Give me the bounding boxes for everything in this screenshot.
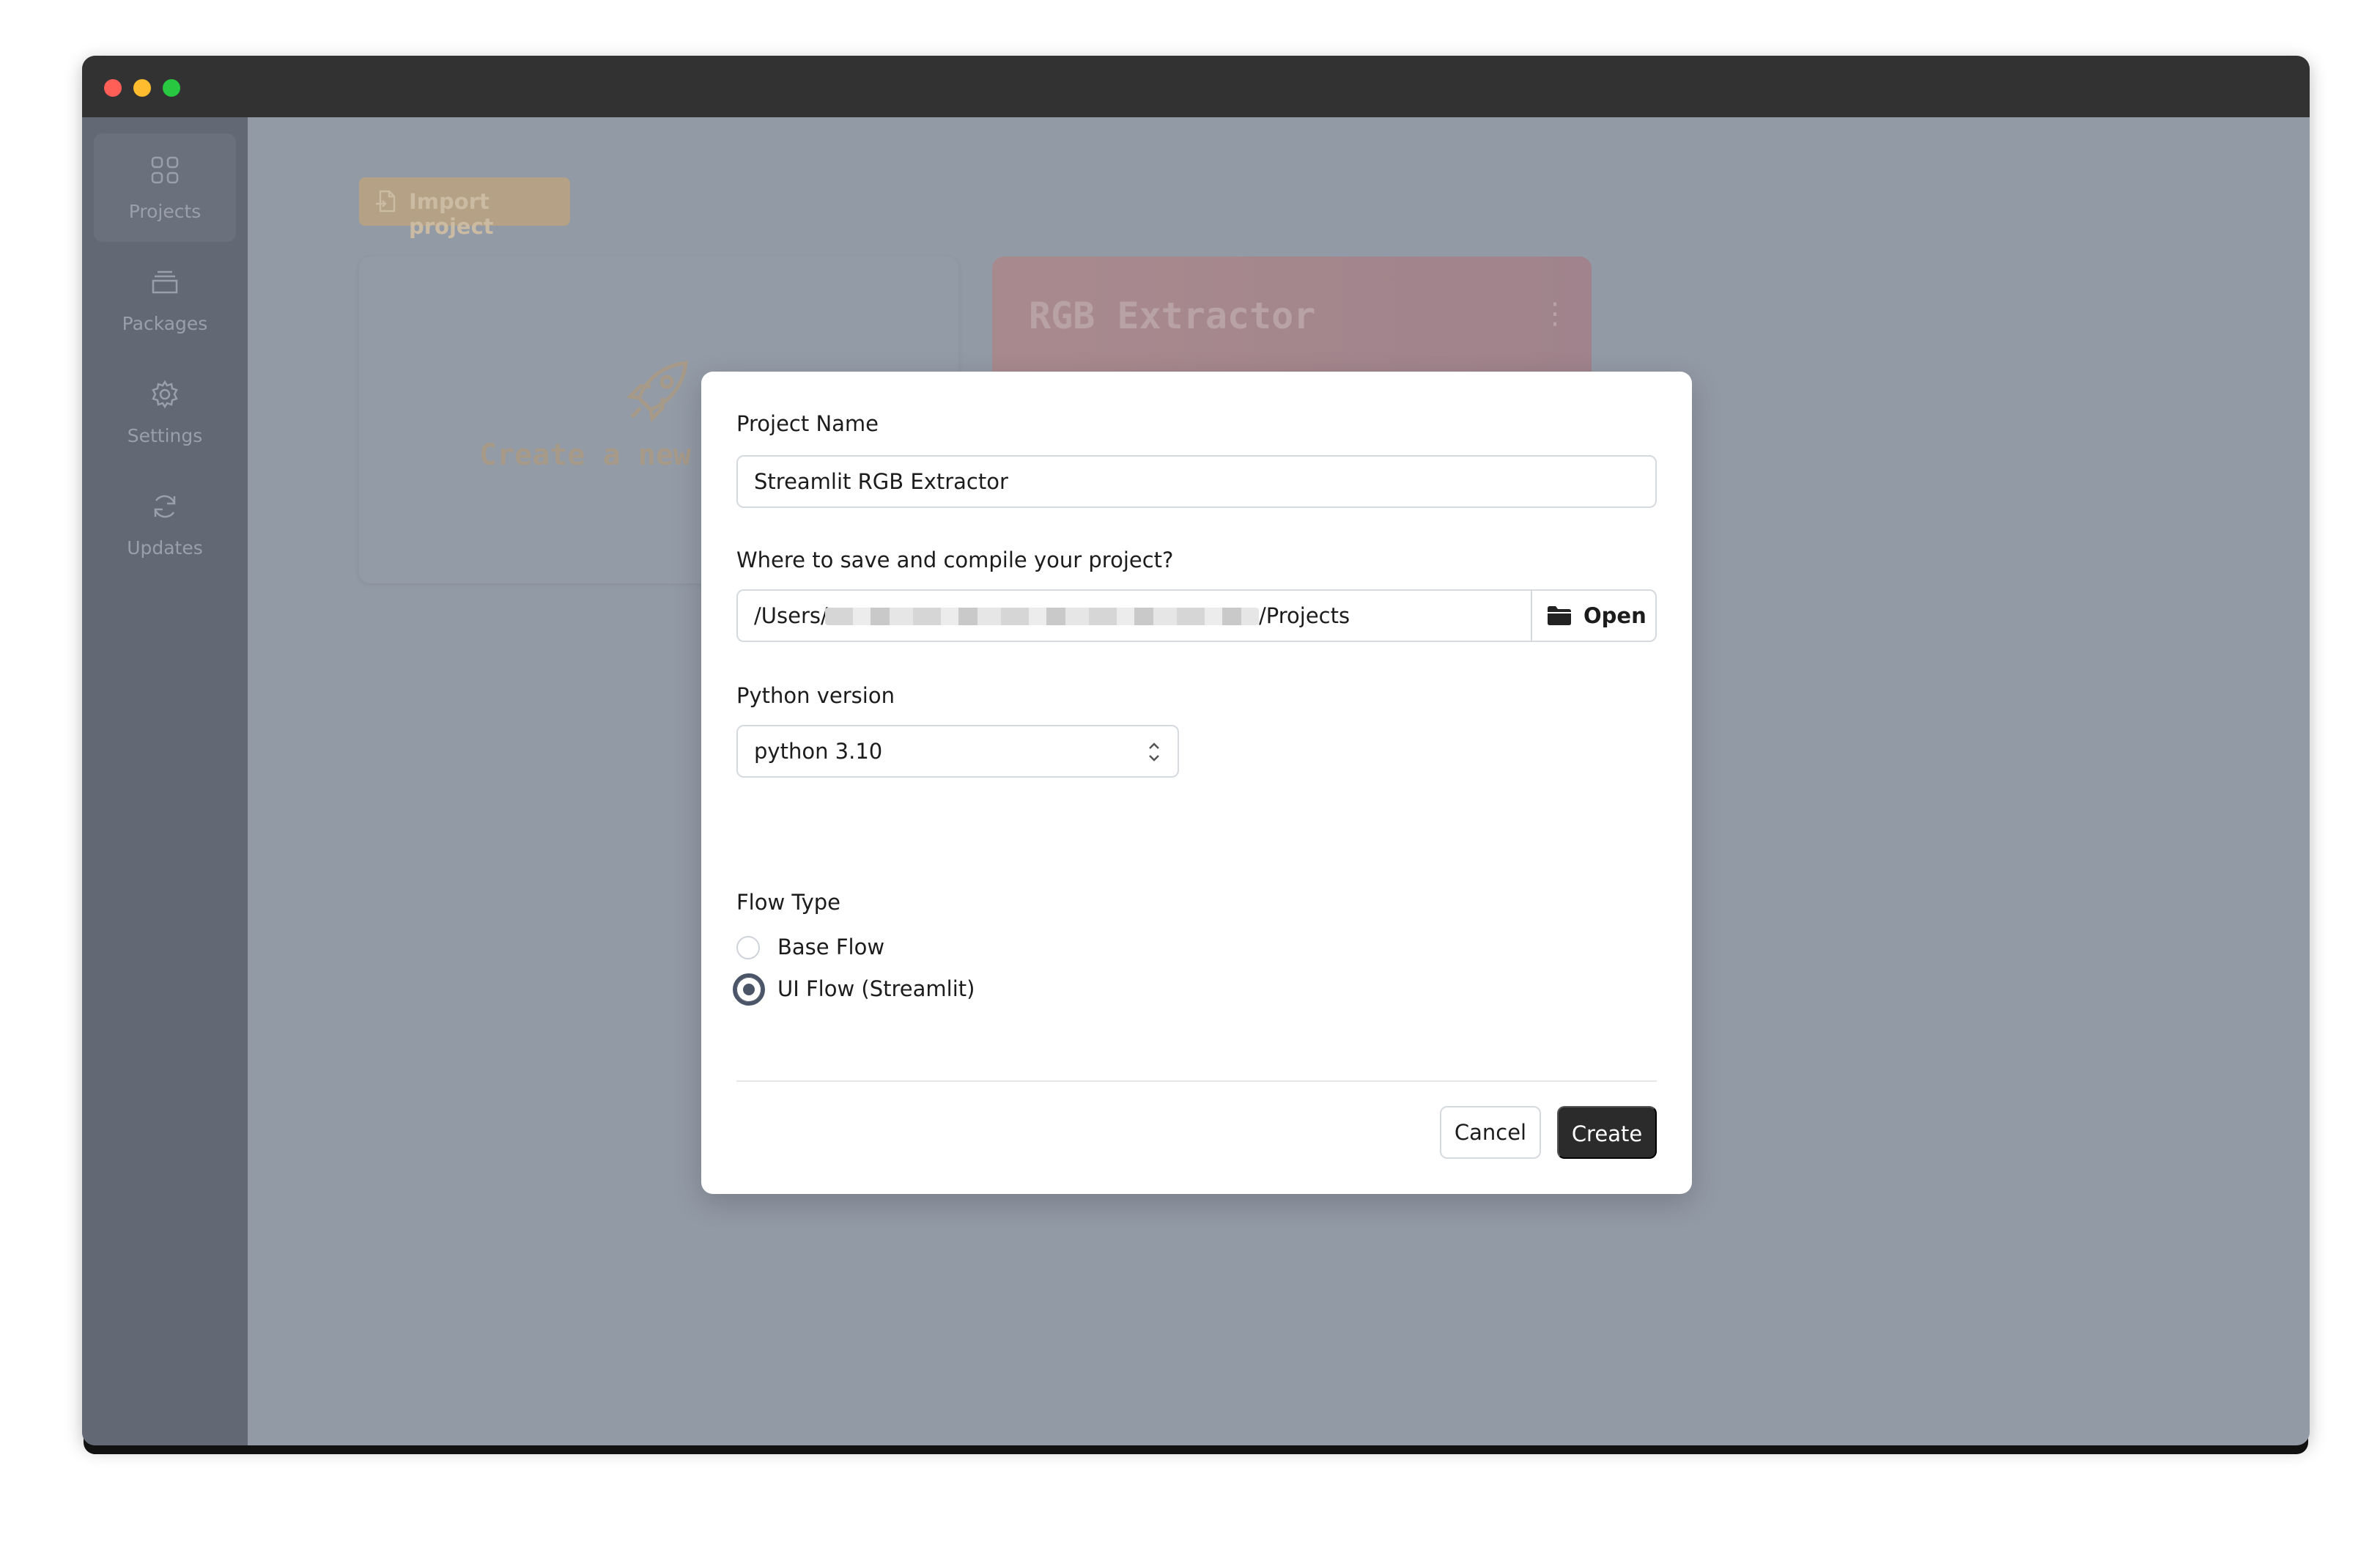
- import-project-button[interactable]: Import project: [359, 177, 570, 239]
- project-name-input[interactable]: Streamlit RGB Extractor: [736, 455, 1657, 508]
- sidebar-item-label: Updates: [127, 537, 203, 559]
- save-location-field[interactable]: /Users/ /Projects Open: [736, 589, 1657, 642]
- save-location-prefix: /Users/: [754, 603, 828, 628]
- file-import-icon: [376, 190, 396, 213]
- create-project-text: Create a new: [479, 438, 691, 472]
- new-project-dialog: Project Name Streamlit RGB Extractor Whe…: [701, 372, 1692, 1194]
- footer-divider: [736, 1080, 1657, 1082]
- base-flow-radio[interactable]: [736, 936, 760, 959]
- cancel-button[interactable]: Cancel: [1440, 1106, 1541, 1159]
- more-options-icon[interactable]: ⋮: [1540, 299, 1570, 328]
- chevron-up-down-icon: [1149, 742, 1159, 762]
- sidebar-item-settings[interactable]: Settings: [94, 358, 236, 466]
- base-flow-label[interactable]: Base Flow: [777, 935, 884, 959]
- sidebar-item-label: Projects: [128, 201, 202, 222]
- import-project-label: Import project: [409, 189, 494, 239]
- python-version-value: python 3.10: [754, 739, 883, 764]
- sidebar-item-projects[interactable]: Projects: [94, 133, 236, 242]
- python-version-label: Python version: [736, 683, 895, 708]
- sidebar-item-updates[interactable]: Updates: [94, 470, 236, 578]
- redacted-path-segment: [825, 608, 1259, 625]
- create-button[interactable]: Create: [1557, 1106, 1657, 1159]
- project-card-title: RGB Extractor: [1029, 295, 1316, 337]
- refresh-icon: [154, 495, 176, 518]
- zoom-window-button[interactable]: [163, 79, 180, 97]
- python-version-select[interactable]: python 3.10: [736, 725, 1179, 778]
- sidebar-item-label: Settings: [127, 425, 203, 446]
- close-window-button[interactable]: [104, 79, 122, 97]
- flow-type-label: Flow Type: [736, 890, 841, 915]
- gear-icon: [152, 380, 178, 409]
- folder-icon: [1548, 606, 1571, 625]
- open-folder-button[interactable]: Open: [1531, 591, 1655, 641]
- package-icon: [152, 270, 178, 294]
- rocket-icon: [626, 361, 688, 423]
- minimize-window-button[interactable]: [133, 79, 151, 97]
- grid-icon: [151, 156, 179, 184]
- save-location-label: Where to save and compile your project?: [736, 548, 1174, 572]
- sidebar-item-label: Packages: [122, 313, 208, 334]
- ui-flow-label[interactable]: UI Flow (Streamlit): [777, 976, 975, 1001]
- sidebar: Projects Packages Settings Updates: [82, 117, 248, 1445]
- save-location-suffix: /Projects: [1259, 603, 1350, 628]
- ui-flow-radio[interactable]: [733, 973, 765, 1006]
- open-label: Open: [1583, 603, 1647, 628]
- project-name-label: Project Name: [736, 411, 879, 436]
- title-bar: [82, 56, 2310, 117]
- sidebar-item-packages[interactable]: Packages: [94, 246, 236, 354]
